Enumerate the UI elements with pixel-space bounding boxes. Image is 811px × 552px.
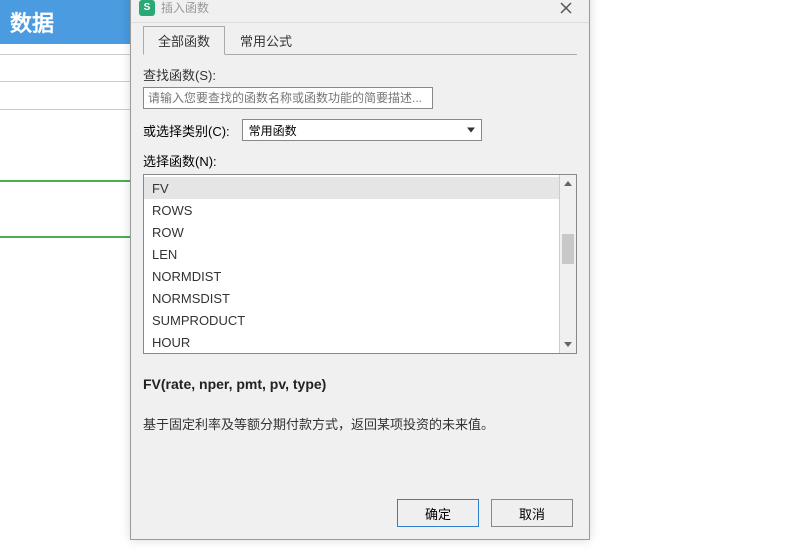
function-list-item[interactable]: LEN (144, 243, 559, 265)
function-list-item[interactable]: SUMPRODUCT (144, 309, 559, 331)
search-input[interactable] (143, 87, 433, 109)
category-selected-value: 常用函数 (249, 124, 297, 138)
insert-function-dialog: S 插入函数 全部函数 常用公式 查找函数(S): 或选择类别(C): 常用函数… (130, 0, 590, 540)
scroll-thumb[interactable] (562, 234, 574, 264)
category-select[interactable]: 常用函数 (242, 119, 482, 141)
tab-common-formulas[interactable]: 常用公式 (225, 26, 307, 55)
sheet-row (0, 82, 130, 110)
sheet-row (0, 54, 130, 82)
listbox-scrollbar[interactable] (559, 175, 576, 353)
chevron-down-icon (564, 342, 572, 347)
category-label: 或选择类别(C): (143, 121, 230, 140)
sheet-row (0, 154, 130, 182)
chevron-down-icon (467, 128, 475, 133)
scroll-down-button[interactable] (560, 336, 576, 353)
scroll-up-button[interactable] (560, 175, 576, 192)
function-list-item[interactable]: ROW (144, 221, 559, 243)
function-list-label: 选择函数(N): (143, 151, 577, 170)
function-list-item[interactable]: NORMDIST (144, 265, 559, 287)
sheet-row (0, 210, 130, 238)
ok-button[interactable]: 确定 (397, 499, 479, 527)
app-icon: S (139, 0, 155, 16)
function-signature: FV(rate, nper, pmt, pv, type) (143, 376, 577, 392)
function-listbox[interactable]: FVROWSROWLENNORMDISTNORMSDISTSUMPRODUCTH… (143, 174, 577, 354)
function-list-item[interactable]: NORMSDIST (144, 287, 559, 309)
tab-all-functions[interactable]: 全部函数 (143, 26, 225, 55)
function-list-item[interactable]: ROWS (144, 199, 559, 221)
function-list-item[interactable]: HOUR (144, 331, 559, 353)
scroll-track[interactable] (560, 192, 576, 336)
sheet-column-header: 数据 (0, 0, 130, 44)
dialog-title: 插入函数 (161, 0, 547, 16)
close-button[interactable] (547, 0, 585, 20)
tab-bar: 全部函数 常用公式 (143, 25, 577, 55)
close-icon (560, 2, 572, 14)
function-list-item[interactable]: FV (144, 177, 559, 199)
function-description: 基于固定利率及等额分期付款方式，返回某项投资的未来值。 (143, 414, 577, 433)
spreadsheet-background: 数据 (0, 0, 130, 552)
search-label: 查找函数(S): (143, 65, 577, 84)
titlebar: S 插入函数 (131, 0, 589, 23)
cancel-button[interactable]: 取消 (491, 499, 573, 527)
chevron-up-icon (564, 181, 572, 186)
